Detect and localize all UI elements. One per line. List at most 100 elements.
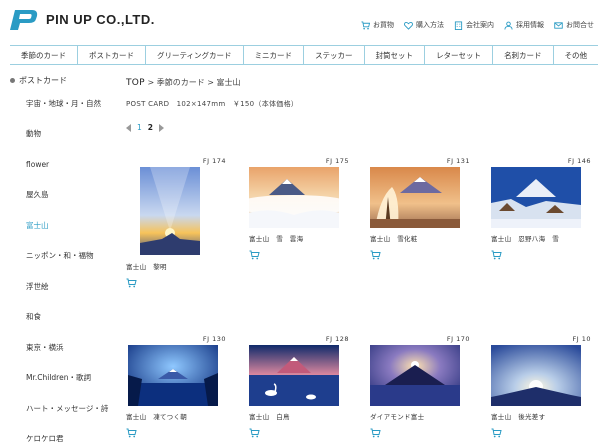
nav-envelope-set[interactable]: 封筒セット xyxy=(363,46,425,64)
fuji-sea-of-clouds-image xyxy=(249,167,339,228)
breadcrumb-sep: > xyxy=(144,78,157,87)
top-nav: お買物 購入方法 会社案内 採用情報 お問合せ xyxy=(361,20,594,30)
breadcrumb: TOP > 季節のカード > 富士山 xyxy=(126,77,241,88)
diamond-fuji-image xyxy=(370,345,460,406)
nav-letter-set[interactable]: レターセット xyxy=(424,46,492,64)
sidebar-heading[interactable]: ポストカード xyxy=(10,72,118,88)
sidebar-item-ukiyoe[interactable]: 浮世絵 xyxy=(10,271,118,302)
product-thumbnail[interactable] xyxy=(491,345,581,406)
product-title[interactable]: 富士山 白鳥 xyxy=(249,411,290,421)
nav-post-card[interactable]: ポストカード xyxy=(77,46,145,64)
product-title[interactable]: 富士山 雪化粧 xyxy=(370,233,418,243)
product-thumbnail[interactable] xyxy=(491,167,581,228)
product-title[interactable]: ダイアモンド富士 xyxy=(370,411,424,421)
product-thumbnail[interactable] xyxy=(249,167,339,228)
product-code: FJ 128 xyxy=(325,335,349,343)
sidebar-item-yakushima[interactable]: 屋久島 xyxy=(10,180,118,211)
breadcrumb-current: 富士山 xyxy=(216,78,241,87)
product-thumbnail[interactable] xyxy=(140,167,200,255)
product-thumbnail[interactable] xyxy=(370,345,460,406)
fuji-oshino-image xyxy=(491,167,581,228)
nav-sticker[interactable]: ステッカー xyxy=(303,46,364,64)
product-title[interactable]: 富士山 忍野八海 雪 xyxy=(491,233,559,243)
product-card: FJ 131 富士山 雪化粧 xyxy=(370,157,470,267)
add-to-cart-icon[interactable] xyxy=(249,250,260,260)
top-nav-company[interactable]: 会社案内 xyxy=(454,20,494,30)
product-title[interactable]: 富士山 後光差す xyxy=(491,411,545,421)
sidebar-item-animals[interactable]: 動物 xyxy=(10,119,118,150)
product-card: FJ 174 富士山 黎明 xyxy=(126,157,226,289)
sidebar-item-fuji[interactable]: 富士山 xyxy=(10,210,118,241)
add-to-cart-icon[interactable] xyxy=(126,278,137,288)
page-1-link[interactable]: 1 xyxy=(137,123,142,132)
brand-name[interactable]: PIN UP CO.,LTD. xyxy=(46,12,155,27)
product-code: FJ 10 xyxy=(572,335,591,343)
product-title[interactable]: 富士山 凍てつく朝 xyxy=(126,411,187,421)
product-card: FJ 170 ダイアモンド富士 xyxy=(370,335,470,444)
product-code: FJ 130 xyxy=(202,335,226,343)
top-nav-contact[interactable]: お問合せ xyxy=(554,20,594,30)
mail-icon xyxy=(554,21,563,29)
add-to-cart-icon[interactable] xyxy=(249,428,260,438)
product-card: FJ 10 富士山 後光差す xyxy=(491,335,591,444)
nav-mini-card[interactable]: ミニカード xyxy=(242,46,304,64)
product-card: FJ 175 富士山 雪 雲海 xyxy=(249,157,349,267)
nav-seasonal-card[interactable]: 季節のカード xyxy=(10,46,77,64)
sidebar-item-heart[interactable]: ハート・メッセージ・詩 xyxy=(10,393,118,424)
nav-greeting-card[interactable]: グリーティングカード xyxy=(145,46,243,64)
sidebar-item-washoku[interactable]: 和食 xyxy=(10,302,118,333)
bullet-icon xyxy=(10,77,15,83)
top-nav-label: 会社案内 xyxy=(466,21,494,29)
fuji-dawn-image xyxy=(140,167,200,255)
next-page-icon[interactable] xyxy=(159,123,164,132)
sidebar-item-mrchildren[interactable]: Mr.Children・歌詞 xyxy=(10,363,118,394)
product-title[interactable]: 富士山 雪 雲海 xyxy=(249,233,303,243)
nav-business-card[interactable]: 名刺カード xyxy=(492,46,553,64)
fuji-frozen-morning-image xyxy=(128,345,218,406)
top-nav-howto[interactable]: 購入方法 xyxy=(404,20,444,30)
product-code: FJ 174 xyxy=(202,157,226,165)
sidebar-heading-label: ポストカード xyxy=(19,75,67,85)
product-code: FJ 170 xyxy=(446,335,470,343)
product-card: FJ 128 富士山 白鳥 xyxy=(249,335,349,444)
product-thumbnail[interactable] xyxy=(128,345,218,406)
sidebar-item-kerokero[interactable]: ケロケロ君 xyxy=(10,424,118,444)
nav-other[interactable]: その他 xyxy=(552,46,599,64)
top-nav-shop[interactable]: お買物 xyxy=(361,20,394,30)
add-to-cart-icon[interactable] xyxy=(370,428,381,438)
add-to-cart-icon[interactable] xyxy=(126,428,137,438)
prev-page-icon[interactable] xyxy=(126,123,131,132)
fuji-swans-image xyxy=(249,345,339,406)
main-nav: 季節のカード ポストカード グリーティングカード ミニカード ステッカー 封筒セ… xyxy=(10,45,598,65)
sidebar-item-flower[interactable]: flower xyxy=(10,149,118,180)
product-card: FJ 146 富士山 忍野八海 雪 xyxy=(491,157,591,267)
product-thumbnail[interactable] xyxy=(249,345,339,406)
top-nav-label: 購入方法 xyxy=(416,21,444,29)
building-icon xyxy=(454,20,463,30)
breadcrumb-sep: > xyxy=(204,78,217,87)
pinup-logo-icon[interactable] xyxy=(8,8,38,32)
breadcrumb-top[interactable]: TOP xyxy=(126,78,145,88)
product-thumbnail[interactable] xyxy=(370,167,460,228)
top-nav-recruit[interactable]: 採用情報 xyxy=(504,20,544,30)
breadcrumb-seasonal[interactable]: 季節のカード xyxy=(157,78,205,87)
top-nav-label: お買物 xyxy=(373,21,394,29)
product-code: FJ 131 xyxy=(446,157,470,165)
product-description: POST CARD 102×147mm ￥150（本体価格） xyxy=(126,100,299,108)
product-code: FJ 146 xyxy=(567,157,591,165)
fuji-snow-image xyxy=(370,167,460,228)
product-title[interactable]: 富士山 黎明 xyxy=(126,261,167,271)
sidebar: ポストカード 宇宙・地球・月・自然 動物 flower 屋久島 富士山 ニッポン… xyxy=(10,72,118,444)
top-nav-label: お問合せ xyxy=(566,21,594,29)
page-2-current: 2 xyxy=(147,123,153,132)
product-code: FJ 175 xyxy=(325,157,349,165)
product-card: FJ 130 富士山 凍てつく朝 xyxy=(126,335,226,444)
add-to-cart-icon[interactable] xyxy=(491,250,502,260)
top-nav-label: 採用情報 xyxy=(516,21,544,29)
add-to-cart-icon[interactable] xyxy=(370,250,381,260)
sidebar-item-space[interactable]: 宇宙・地球・月・自然 xyxy=(10,88,118,119)
fuji-halo-image xyxy=(491,345,581,406)
add-to-cart-icon[interactable] xyxy=(491,428,502,438)
sidebar-item-nippon[interactable]: ニッポン・和・福物 xyxy=(10,241,118,272)
sidebar-item-tokyo[interactable]: 東京・横浜 xyxy=(10,332,118,363)
